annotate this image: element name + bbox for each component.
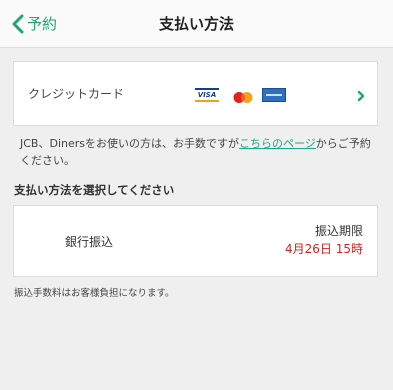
bank-transfer-label: 銀行振込 [65,235,114,249]
bank-transfer-option[interactable]: 銀行振込 振込期限 4月26日 15時 [13,205,378,277]
amex-logo-icon [262,88,286,102]
page-title: 支払い方法 [158,15,234,33]
payment-method-heading: 支払い方法を選択してください [14,183,175,197]
transfer-deadline-value: 4月26日 15時 [285,242,363,256]
navigation-bar: 予約 支払い方法 [0,0,393,48]
credit-card-option[interactable]: クレジットカード VISA [13,61,378,126]
chevron-right-icon [357,87,365,106]
transfer-deadline-label: 振込期限 [314,224,363,238]
credit-card-label: クレジットカード [28,87,125,101]
reservation-page-link[interactable]: こちらのページ [239,137,316,150]
mastercard-logo-icon [231,89,255,103]
transfer-fee-note: 振込手数料はお客様負担になります。 [14,288,175,299]
visa-logo-icon: VISA [195,88,219,102]
notice-text-before: JCB、Dinersをお使いの方は、お手数ですが [20,137,239,150]
card-brand-notice: JCB、Dinersをお使いの方は、お手数ですがこちらのページからご予約ください… [20,135,380,169]
